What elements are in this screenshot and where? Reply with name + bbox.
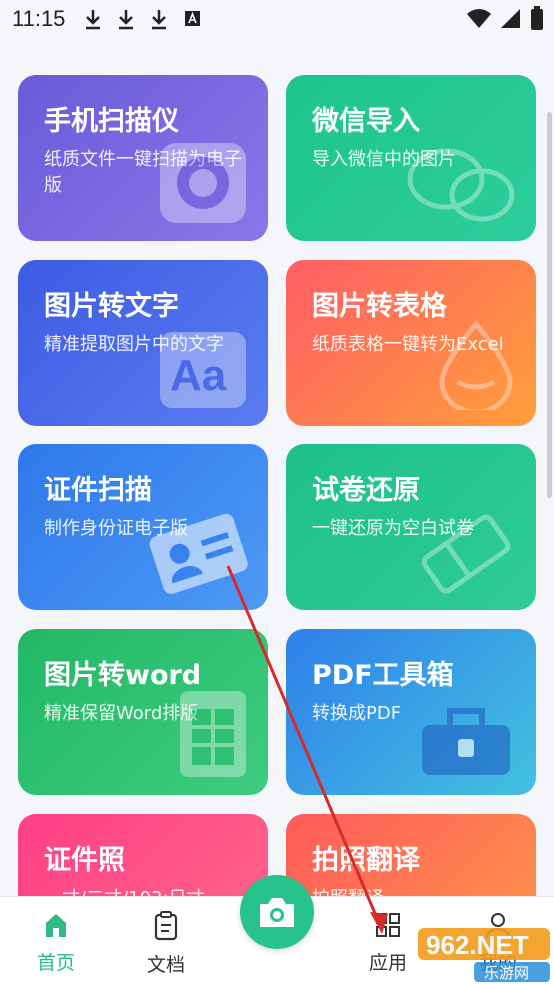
wifi-icon: [467, 9, 491, 28]
card-scanner[interactable]: 手机扫描仪 纸质文件一键扫描为电子版: [18, 75, 268, 241]
status-right: [466, 6, 544, 32]
camera-button[interactable]: [240, 875, 314, 949]
wechat-icon: [407, 148, 515, 222]
card-title: 图片转表格: [312, 291, 447, 322]
card-exam-restore[interactable]: 试卷还原 一键还原为空白试卷: [286, 444, 536, 610]
text-aa-icon: Aa: [160, 332, 246, 408]
battery-icon: [531, 6, 543, 30]
card-title: 图片转文字: [44, 291, 179, 322]
card-id-photo[interactable]: 证件照 一寸/二寸/103:日寸: [18, 814, 268, 896]
spreadsheet-icon: [180, 691, 246, 777]
document-icon: [154, 911, 178, 941]
nav-home[interactable]: 首页: [16, 911, 96, 975]
nav-docs[interactable]: 文档: [126, 911, 206, 977]
card-image-to-text[interactable]: 图片转文字 精准提取图片中的文字 Aa: [18, 260, 268, 426]
card-wechat-import[interactable]: 微信导入 导入微信中的图片: [286, 75, 536, 241]
card-title: 微信导入: [312, 106, 420, 137]
drop-icon: [439, 320, 513, 410]
scrollbar[interactable]: [547, 112, 552, 498]
download-icon: [86, 10, 100, 30]
apps-grid-icon: [376, 913, 400, 937]
status-bar: 11:15: [0, 0, 554, 40]
card-title: 手机扫描仪: [44, 106, 179, 137]
eraser-icon: [421, 514, 511, 594]
signal-icon: [501, 9, 520, 28]
card-grid: 手机扫描仪 纸质文件一键扫描为电子版 微信导入 导入微信中的图片 图片转文字 精…: [0, 40, 554, 896]
card-title: PDF工具箱: [312, 660, 454, 691]
card-image-to-word[interactable]: 图片转word 精准保留Word排版: [18, 629, 268, 795]
notification-a-icon: [185, 11, 200, 26]
card-image-to-table[interactable]: 图片转表格 纸质表格一键转为Excel: [286, 260, 536, 426]
home-icon: [46, 914, 66, 937]
download-icon: [152, 10, 166, 30]
watermark-brand: 962.NET: [426, 930, 529, 960]
status-time: 11:15: [12, 6, 66, 31]
card-title: 证件照: [44, 845, 125, 876]
nav-docs-label: 文档: [146, 954, 185, 976]
camera-lens-icon: [160, 143, 246, 223]
card-title: 拍照翻译: [312, 845, 420, 876]
svg-text:Aa: Aa: [170, 351, 227, 400]
card-title: 证件扫描: [44, 475, 152, 506]
card-id-scan[interactable]: 证件扫描 制作身份证电子版: [18, 444, 268, 610]
watermark-sub: 乐游网: [484, 964, 529, 982]
card-photo-translate[interactable]: 拍照翻译 拍照翻译: [286, 814, 536, 896]
card-title: 图片转word: [44, 660, 202, 691]
card-pdf-toolbox[interactable]: PDF工具箱 转换成PDF: [286, 629, 536, 795]
id-card-icon: [149, 513, 248, 594]
card-title: 试卷还原: [312, 475, 420, 506]
site-watermark-logo: 962.NET 乐游网: [418, 928, 550, 982]
card-desc: 一寸/二寸/103:日寸: [44, 886, 254, 896]
toolbox-icon: [422, 708, 510, 775]
camera-icon: [260, 898, 294, 927]
card-desc: 拍照翻译: [312, 886, 522, 896]
download-icon: [119, 10, 133, 30]
nav-home-label: 首页: [36, 952, 75, 974]
